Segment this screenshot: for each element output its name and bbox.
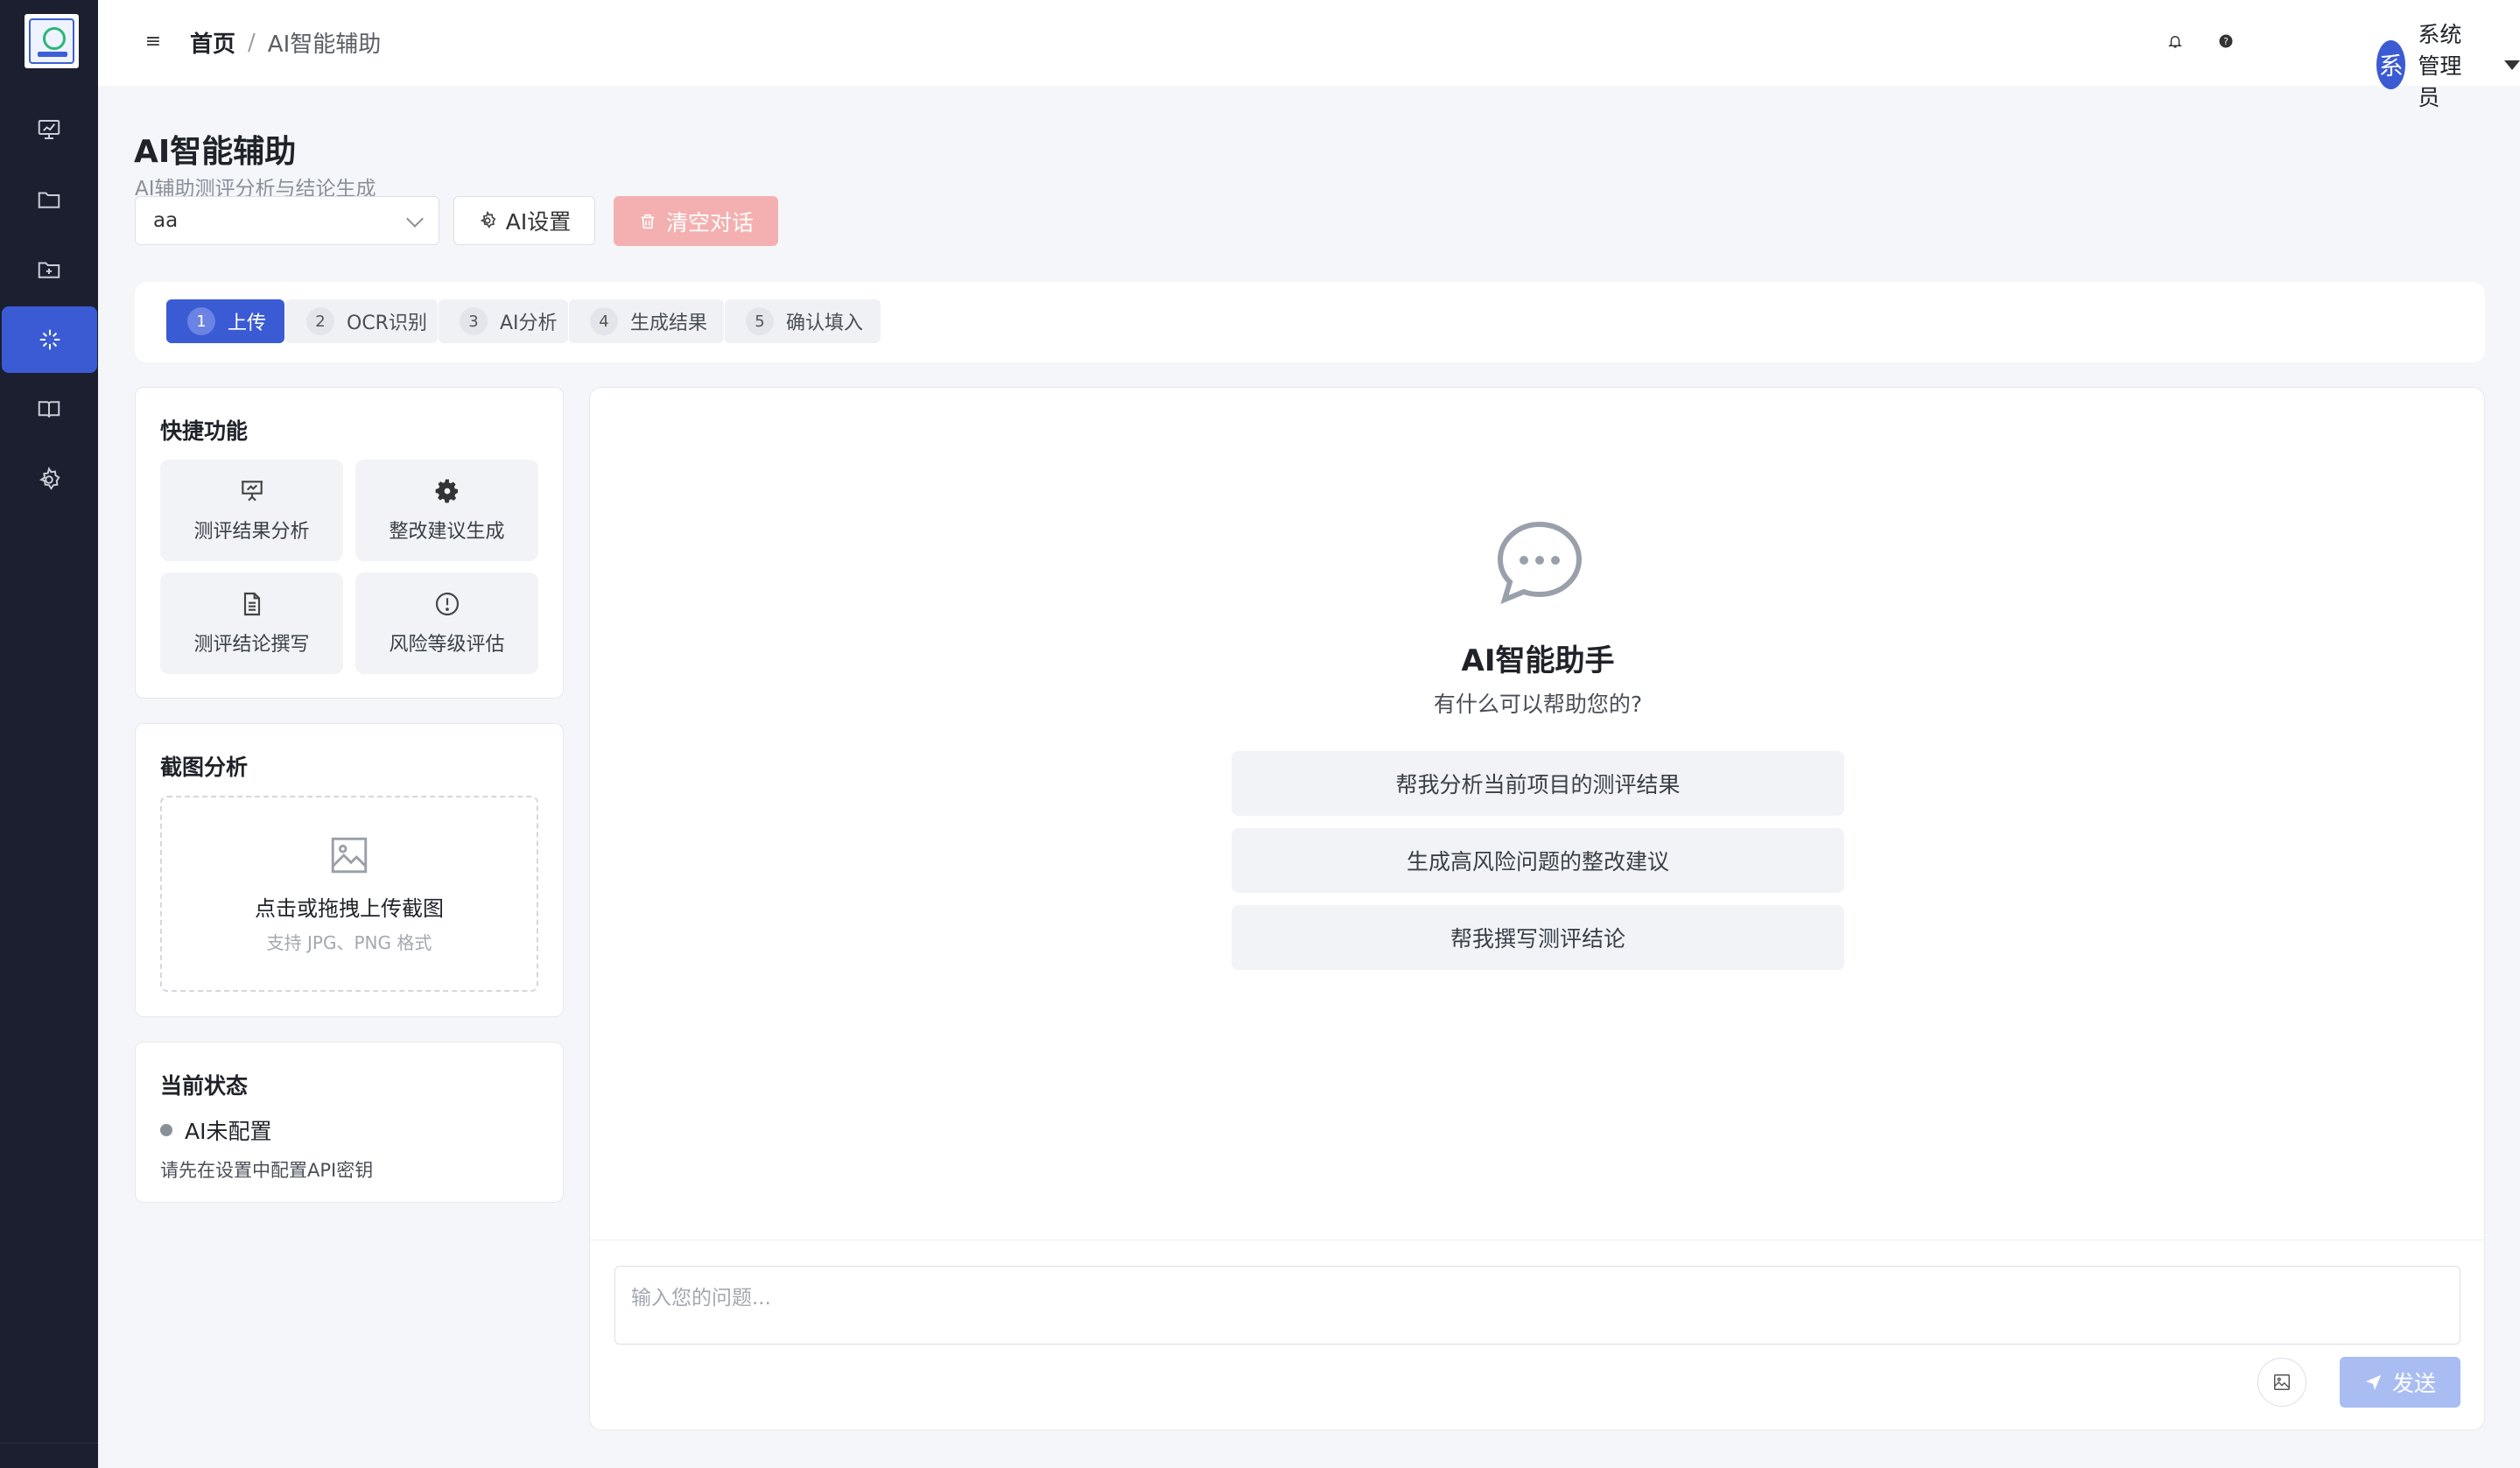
sidebar-item-ai-assist[interactable]: [2, 306, 97, 373]
breadcrumb-home[interactable]: 首页: [190, 26, 235, 59]
book-icon: [38, 401, 60, 418]
step-ocr[interactable]: 2 OCR识别: [285, 299, 438, 343]
chat-panel: AI智能助手 有什么可以帮助您的? 帮我分析当前项目的测评结果 生成高风险问题的…: [589, 387, 2485, 1430]
chat-input[interactable]: [614, 1266, 2460, 1345]
chart-board-icon: [38, 120, 60, 139]
sidebar-item-settings[interactable]: [0, 446, 98, 513]
caret-down-icon[interactable]: [2504, 60, 2520, 70]
document-icon: [243, 592, 260, 616]
quick-item-label: 风险等级评估: [389, 634, 505, 656]
screenshot-upload-area[interactable]: 点击或拖拽上传截图 支持 JPG、PNG 格式: [160, 796, 538, 992]
step-confirm[interactable]: 5 确认填入: [725, 299, 881, 343]
suggestion-rectification[interactable]: 生成高风险问题的整改建议: [1232, 828, 1844, 893]
step-number: 1: [187, 307, 215, 335]
upload-title: 点击或拖拽上传截图: [255, 896, 444, 921]
gear-icon: [435, 479, 458, 503]
folder-icon: [38, 192, 60, 208]
send-label: 发送: [2391, 1371, 2436, 1396]
step-label: AI分析: [500, 313, 558, 334]
top-header: ≡ 首页 / AI智能辅助 ? 系 系统管理员: [98, 0, 2520, 110]
menu-toggle-icon[interactable]: ≡: [142, 30, 165, 53]
page-title: AI智能辅助: [134, 134, 297, 170]
status-dot: [160, 1124, 172, 1136]
current-status-card: 当前状态 AI未配置 请先在设置中配置API密钥: [135, 1042, 564, 1203]
gear-icon: [480, 211, 496, 228]
step-ai-analysis[interactable]: 3 AI分析: [439, 299, 568, 343]
chevron-down-icon: [406, 210, 424, 228]
step-generate[interactable]: 4 生成结果: [569, 299, 724, 343]
presentation-icon: [241, 481, 263, 502]
step-number: 5: [746, 307, 774, 335]
user-menu[interactable]: 系 系统管理员: [2376, 18, 2520, 112]
gear-icon: [39, 467, 60, 490]
sidebar-item-knowledge[interactable]: [0, 376, 98, 443]
step-label: 生成结果: [630, 313, 708, 334]
clear-chat-button[interactable]: 清空对话: [614, 196, 778, 246]
quick-risk-button[interactable]: 风险等级评估: [355, 572, 538, 674]
project-select-value: aa: [153, 209, 179, 232]
screenshot-analysis-card: 截图分析 点击或拖拽上传截图 支持 JPG、PNG 格式: [135, 723, 564, 1017]
current-status-title: 当前状态: [160, 1073, 249, 1099]
warning-circle-icon: [435, 592, 459, 616]
upload-hint: 支持 JPG、PNG 格式: [266, 932, 432, 953]
clear-chat-label: 清空对话: [665, 209, 754, 235]
suggestion-write-conclusion[interactable]: 帮我撰写测评结论: [1232, 905, 1844, 970]
sparkle-icon: [39, 329, 60, 350]
app-logo[interactable]: [25, 14, 79, 68]
assistant-title: AI智能助手: [1461, 643, 1615, 678]
step-upload[interactable]: 1 上传: [166, 299, 284, 343]
status-hint: 请先在设置中配置API密钥: [160, 1160, 374, 1181]
quick-item-label: 测评结果分析: [193, 521, 310, 543]
quick-item-label: 测评结论撰写: [193, 634, 310, 656]
trash-icon: [641, 214, 655, 228]
assistant-subtitle: 有什么可以帮助您的?: [1433, 692, 1643, 717]
step-label: 确认填入: [786, 313, 864, 334]
svg-text:?: ?: [2223, 37, 2229, 47]
quick-item-label: 整改建议生成: [389, 521, 505, 543]
status-text: AI未配置: [185, 1119, 272, 1144]
chat-bubble-icon: [1497, 521, 1583, 605]
suggestion-analyze-results[interactable]: 帮我分析当前项目的测评结果: [1232, 751, 1844, 816]
status-line: AI未配置: [160, 1114, 271, 1146]
bell-icon[interactable]: [2166, 32, 2185, 51]
ai-settings-label: AI设置: [505, 209, 572, 235]
step-number: 2: [306, 307, 334, 335]
screenshot-analysis-title: 截图分析: [160, 755, 249, 780]
image-icon: [2274, 1374, 2290, 1390]
breadcrumb: 首页 / AI智能辅助: [190, 26, 381, 59]
sidebar-item-dashboard[interactable]: [0, 96, 98, 163]
upload-image-button[interactable]: [2257, 1358, 2306, 1407]
step-number: 3: [460, 307, 488, 335]
quick-functions-card: 快捷功能 测评结果分析 整改建议生成 测评结论撰写 风险等级评估: [135, 387, 564, 699]
step-number: 4: [590, 307, 618, 335]
ai-settings-button[interactable]: AI设置: [453, 196, 595, 245]
step-label: OCR识别: [347, 313, 427, 334]
quick-rectification-button[interactable]: 整改建议生成: [355, 460, 538, 561]
steps-bar: 1 上传 2 OCR识别 3 AI分析 4 生成结果 5 确认填入: [135, 282, 2485, 362]
send-icon: [2365, 1374, 2382, 1391]
sidebar-item-projects[interactable]: [0, 166, 98, 233]
quick-conclusion-button[interactable]: 测评结论撰写: [160, 572, 343, 674]
user-name[interactable]: 系统管理员: [2418, 18, 2483, 112]
breadcrumb-separator: /: [248, 29, 256, 56]
image-icon: [331, 837, 368, 874]
quick-result-analysis-button[interactable]: 测评结果分析: [160, 460, 343, 561]
breadcrumb-current: AI智能辅助: [267, 32, 382, 58]
folder-add-icon: [38, 262, 60, 278]
project-select[interactable]: aa: [135, 196, 439, 245]
quick-functions-title: 快捷功能: [160, 418, 249, 444]
step-label: 上传: [228, 313, 267, 334]
avatar[interactable]: 系: [2376, 40, 2406, 89]
sidebar: [0, 0, 98, 1468]
help-icon[interactable]: ?: [2216, 32, 2236, 51]
send-button[interactable]: 发送: [2340, 1357, 2460, 1408]
sidebar-item-new-project[interactable]: [0, 236, 98, 303]
